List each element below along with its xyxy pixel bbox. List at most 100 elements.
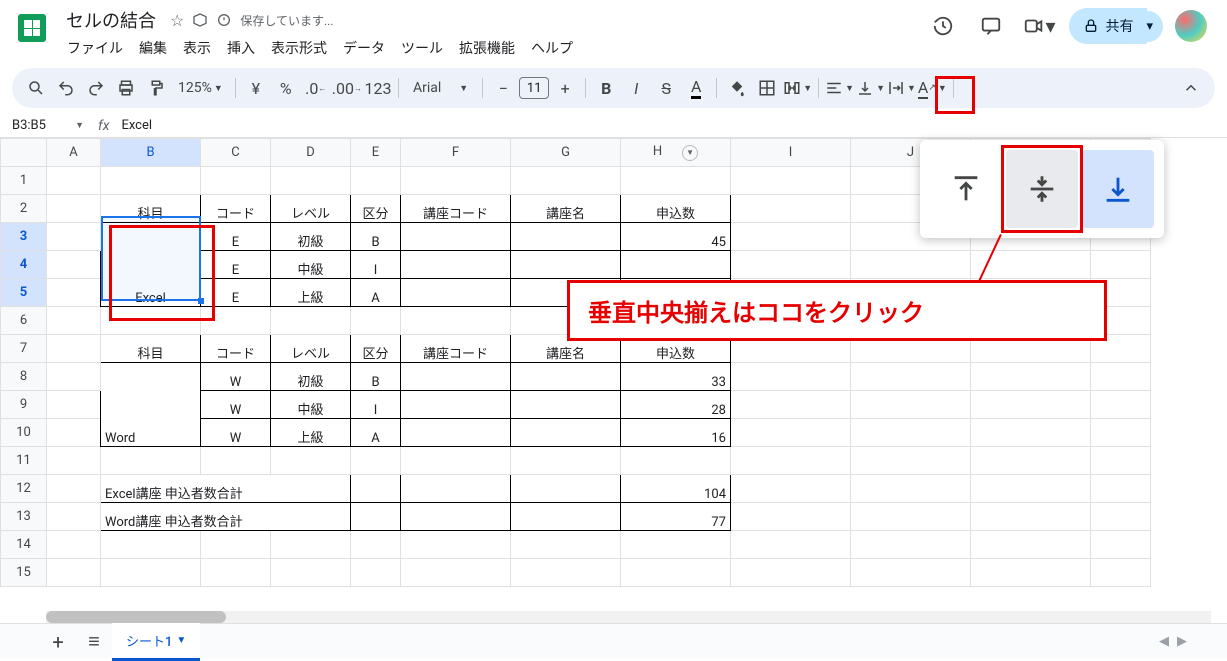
row-header[interactable]: 11 [1, 447, 47, 475]
cell[interactable]: 28 [621, 391, 731, 419]
cell[interactable] [511, 251, 621, 279]
row-header[interactable]: 4 [1, 251, 47, 279]
selection-handle[interactable] [198, 298, 204, 304]
row-header[interactable]: 5 [1, 279, 47, 307]
cell[interactable] [511, 419, 621, 447]
cell[interactable] [401, 475, 511, 503]
collapse-toolbar-icon[interactable] [1177, 74, 1205, 102]
cell[interactable]: Word講座 申込者数合計 [101, 503, 351, 531]
cell[interactable]: 申込数 [621, 195, 731, 223]
all-sheets-button[interactable]: ≡ [76, 624, 112, 660]
col-header-G[interactable]: G [511, 139, 621, 167]
cell[interactable] [401, 279, 511, 307]
menu-tools[interactable]: ツール [394, 34, 450, 62]
fontsize-input[interactable]: 11 [519, 77, 549, 99]
meet-icon[interactable]: ▾ [1021, 8, 1057, 44]
cell[interactable]: E [201, 279, 271, 307]
cell[interactable]: 科目 [101, 195, 201, 223]
more-formats-icon[interactable]: 123 [364, 74, 392, 102]
more-toolbar-icon[interactable]: ⋮ [960, 74, 988, 102]
cell[interactable]: B [351, 223, 401, 251]
tab-nav-next-icon[interactable]: ▶ [1177, 634, 1187, 649]
cell[interactable] [351, 503, 401, 531]
row-header[interactable]: 3 [1, 223, 47, 251]
cell[interactable]: A [351, 419, 401, 447]
cell[interactable]: W [201, 419, 271, 447]
name-box[interactable]: B3:B5▼ [8, 116, 88, 135]
cell[interactable]: コード [201, 335, 271, 363]
decrease-decimal-icon[interactable]: .0← [302, 74, 330, 102]
percent-icon[interactable]: % [272, 74, 300, 102]
cell[interactable]: W [201, 391, 271, 419]
cell[interactable] [401, 223, 511, 251]
menu-extensions[interactable]: 拡張機能 [452, 34, 522, 62]
fontsize-increase-icon[interactable]: + [551, 74, 579, 102]
currency-icon[interactable]: ¥ [242, 74, 270, 102]
cell[interactable]: 講座コード [401, 335, 511, 363]
cell[interactable]: 77 [621, 503, 731, 531]
col-header-A[interactable]: A [47, 139, 101, 167]
cell[interactable]: コード [201, 195, 271, 223]
col-header-F[interactable]: F [401, 139, 511, 167]
row-header[interactable]: 10 [1, 419, 47, 447]
cell[interactable]: 初級 [271, 223, 351, 251]
cell[interactable]: 104 [621, 475, 731, 503]
menu-data[interactable]: データ [336, 34, 392, 62]
cell[interactable]: Excel講座 申込者数合計 [101, 475, 351, 503]
wrap-icon[interactable]: ▼ [887, 74, 916, 102]
formula-input[interactable]: Excel [119, 116, 1227, 135]
bold-icon[interactable]: B [592, 74, 620, 102]
filter-icon[interactable]: ▼ [682, 145, 698, 161]
cell[interactable]: 区分 [351, 335, 401, 363]
horizontal-scrollbar[interactable] [46, 611, 1211, 623]
cell[interactable] [401, 251, 511, 279]
menu-insert[interactable]: 挿入 [220, 34, 262, 62]
col-header-C[interactable]: C [201, 139, 271, 167]
col-header-E[interactable]: E [351, 139, 401, 167]
cell[interactable]: 上級 [271, 419, 351, 447]
account-avatar[interactable] [1175, 10, 1207, 42]
cell[interactable]: E [201, 251, 271, 279]
cell[interactable]: 科目 [101, 335, 201, 363]
fill-color-icon[interactable] [723, 74, 751, 102]
cell[interactable]: B [351, 363, 401, 391]
menu-file[interactable]: ファイル [60, 34, 130, 62]
sheet-tab[interactable]: シート1▼ [112, 623, 200, 661]
italic-icon[interactable]: I [622, 74, 650, 102]
cell[interactable]: A [351, 279, 401, 307]
valign-middle-button[interactable] [1006, 150, 1078, 228]
col-header-D[interactable]: D [271, 139, 351, 167]
sheets-logo[interactable] [12, 8, 52, 48]
cell[interactable] [401, 391, 511, 419]
cell[interactable]: 中級 [271, 391, 351, 419]
undo-icon[interactable] [52, 74, 80, 102]
row-header[interactable]: 2 [1, 195, 47, 223]
row-header[interactable]: 7 [1, 335, 47, 363]
font-select[interactable]: Arial▼ [405, 74, 476, 102]
cell[interactable]: 講座コード [401, 195, 511, 223]
borders-icon[interactable] [753, 74, 781, 102]
zoom-select[interactable]: 125%▼ [172, 74, 229, 102]
cell[interactable]: I [351, 251, 401, 279]
valign-top-button[interactable] [930, 150, 1002, 228]
menu-view[interactable]: 表示 [176, 34, 218, 62]
add-sheet-button[interactable]: + [40, 624, 76, 660]
row-header[interactable]: 13 [1, 503, 47, 531]
document-title[interactable]: セルの結合 [60, 6, 162, 34]
cell[interactable] [511, 223, 621, 251]
cell[interactable]: 中級 [271, 251, 351, 279]
merge-cells-icon[interactable]: ▼ [783, 74, 812, 102]
star-icon[interactable]: ☆ [170, 11, 184, 30]
row-header[interactable]: 9 [1, 391, 47, 419]
share-dropdown[interactable]: ▾ [1136, 11, 1163, 42]
menu-edit[interactable]: 編集 [132, 34, 174, 62]
redo-icon[interactable] [82, 74, 110, 102]
valign-icon[interactable]: ▼ [856, 74, 885, 102]
cell[interactable]: W [201, 363, 271, 391]
cell[interactable]: I [351, 391, 401, 419]
cloud-status-icon[interactable] [216, 12, 232, 28]
cell[interactable]: 上級 [271, 279, 351, 307]
col-header-H[interactable]: H▼ [621, 139, 731, 167]
cell[interactable]: E [201, 223, 271, 251]
cell[interactable]: 講座名 [511, 195, 621, 223]
